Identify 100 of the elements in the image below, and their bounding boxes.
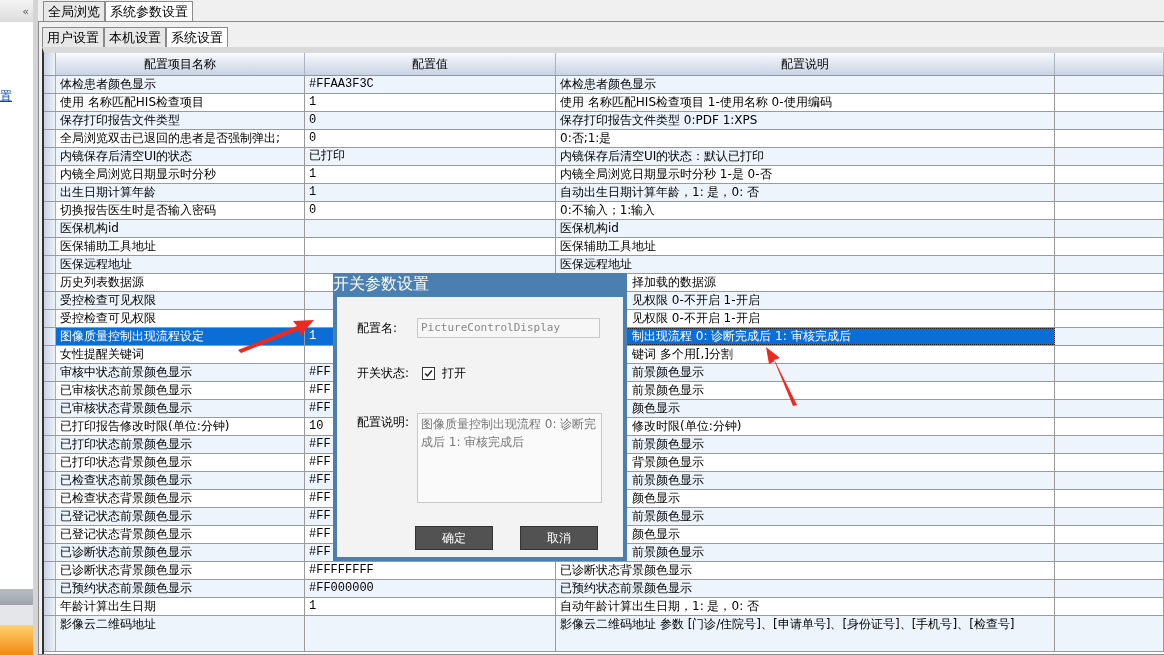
dialog-title: 开关参数设置: [333, 273, 430, 295]
row-header-cell[interactable]: [44, 382, 56, 399]
sub-tab[interactable]: 用户设置: [42, 27, 104, 47]
table-cell: 内镜全局浏览日期显示时分秒: [56, 166, 305, 183]
table-cell: 影像云二维码地址: [56, 616, 305, 651]
table-cell: 已登记状态前景颜色显示: [56, 508, 305, 525]
table-cell: 0: [305, 130, 556, 147]
table-cell: 已检查状态背景颜色显示: [56, 490, 305, 507]
row-header-cell[interactable]: [44, 580, 56, 597]
row-header-cell[interactable]: [44, 400, 56, 417]
row-header-cell[interactable]: [44, 256, 56, 273]
table-cell: 1: [305, 184, 556, 201]
table-cell: 影像云二维码地址 参数 [门诊/住院号]、[申请单号]、[身份证号]、[手机号]、[检查号]: [556, 616, 1055, 651]
table-cell: 图像质量控制出现流程设定: [56, 328, 305, 345]
table-cell: 内镜全局浏览日期显示时分秒 1-是 0-否: [556, 166, 1055, 183]
row-header-cell[interactable]: [44, 436, 56, 453]
table-cell: 已登记状态背景颜色显示: [56, 526, 305, 543]
table-cell: 出生日期计算年龄: [56, 184, 305, 201]
table-cell: 医保辅助工具地址: [556, 238, 1055, 255]
table-cell: 审核中状态前景颜色显示: [56, 364, 305, 381]
row-header-cell[interactable]: [44, 454, 56, 471]
table-cell: 体检患者颜色显示: [556, 76, 1055, 93]
row-header-cell[interactable]: [44, 184, 56, 201]
table-cell: 年龄计算出生日期: [56, 598, 305, 615]
row-header-cell[interactable]: [44, 310, 56, 327]
row-header-cell[interactable]: [44, 238, 56, 255]
table-cell: 已打印状态前景颜色显示: [56, 436, 305, 453]
table-cell: 已诊断状态背景颜色显示: [56, 562, 305, 579]
table-cell: 保存打印报告文件类型: [56, 112, 305, 129]
row-header-cell[interactable]: [44, 166, 56, 183]
row-header-cell[interactable]: [44, 490, 56, 507]
sidebar-footer-band: [0, 605, 33, 625]
table-cell: 内镜保存后清空UI的状态: [56, 148, 305, 165]
table-cell: 历史列表数据源: [56, 274, 305, 291]
row-header-cell[interactable]: [44, 562, 56, 579]
table-cell: 0: [305, 112, 556, 129]
tab[interactable]: 全局浏览: [43, 1, 105, 21]
tab[interactable]: 系统参数设置: [105, 1, 193, 21]
sidebar-panel-bar: [0, 589, 33, 605]
switch-checkbox[interactable]: [422, 367, 435, 380]
row-header-cell[interactable]: [44, 148, 56, 165]
table-cell: #FFFFFFFF: [305, 562, 556, 579]
table-cell: 保存打印报告文件类型 0:PDF 1:XPS: [556, 112, 1055, 129]
table-cell: #FFAA3F3C: [305, 76, 556, 93]
table-cell: 医保机构id: [556, 220, 1055, 237]
table-cell: 1: [305, 598, 556, 615]
table-cell: 全局浏览双击已退回的患者是否强制弹出;: [56, 130, 305, 147]
table-cell: 已打印报告修改时限(单位:分钟): [56, 418, 305, 435]
table-cell: 受控检查可见权限: [56, 292, 305, 309]
table-cell: 使用 名称匹配HIS检查项目: [56, 94, 305, 111]
checkbox-label: 打开: [442, 365, 466, 382]
sidebar-active-item[interactable]: [0, 625, 33, 655]
field-label: 开关状态:: [357, 365, 410, 382]
table-cell: #FF000000: [305, 580, 556, 597]
table-cell: 已检查状态前景颜色显示: [56, 472, 305, 489]
table-cell: 已审核状态前景颜色显示: [56, 382, 305, 399]
table-cell: 已预约状态前景颜色显示: [56, 580, 305, 597]
table-cell: 已打印: [305, 148, 556, 165]
row-header-cell[interactable]: [44, 526, 56, 543]
table-cell: 已诊断状态前景颜色显示: [56, 544, 305, 561]
confirm-button[interactable]: 确定: [415, 526, 493, 550]
table-cell: 已审核状态背景颜色显示: [56, 400, 305, 417]
row-header-cell[interactable]: [44, 130, 56, 147]
row-header-cell[interactable]: [44, 364, 56, 381]
row-header-cell[interactable]: [44, 472, 56, 489]
table-cell: 0:不输入；1:输入: [556, 202, 1055, 219]
row-header-cell[interactable]: [44, 508, 56, 525]
table-cell: 切换报告医生时是否输入密码: [56, 202, 305, 219]
column-header[interactable]: 配置说明: [556, 53, 1055, 75]
cancel-button[interactable]: 取消: [520, 526, 598, 550]
row-header-cell[interactable]: [44, 112, 56, 129]
column-header[interactable]: 配置项目名称: [56, 53, 305, 75]
row-header-cell[interactable]: [44, 616, 56, 651]
table-cell: 医保远程地址: [56, 256, 305, 273]
sidebar-link[interactable]: 置: [0, 88, 12, 105]
table-cell: 医保辅助工具地址: [56, 238, 305, 255]
row-header-cell[interactable]: [44, 76, 56, 93]
table-cell: 0: [305, 202, 556, 219]
row-header-cell[interactable]: [44, 418, 56, 435]
row-header-cell[interactable]: [44, 328, 56, 345]
row-header-cell[interactable]: [44, 94, 56, 111]
row-header-cell[interactable]: [44, 202, 56, 219]
collapse-button[interactable]: «: [22, 4, 29, 18]
column-header[interactable]: 配置值: [305, 53, 556, 75]
row-header-cell[interactable]: [44, 346, 56, 363]
table-cell: 医保机构id: [56, 220, 305, 237]
sub-tab[interactable]: 系统设置: [166, 27, 228, 47]
row-header-cell[interactable]: [44, 220, 56, 237]
row-header-cell[interactable]: [44, 598, 56, 615]
table-cell: 0:否;1:是: [556, 130, 1055, 147]
table-cell: 体检患者颜色显示: [56, 76, 305, 93]
config-description-field[interactable]: 图像质量控制出现流程 0: 诊断完成后 1: 审核完成后: [417, 413, 602, 503]
table-cell: 内镜保存后清空UI的状态：默认已打印: [556, 148, 1055, 165]
table-cell: 已预约状态前景颜色显示: [556, 580, 1055, 597]
row-header-cell[interactable]: [44, 274, 56, 291]
sub-tab[interactable]: 本机设置: [104, 27, 166, 47]
table-cell: 已打印状态背景颜色显示: [56, 454, 305, 471]
row-header-cell[interactable]: [44, 544, 56, 561]
table-cell: 自动出生日期计算年龄，1: 是，0: 否: [556, 184, 1055, 201]
row-header-cell[interactable]: [44, 292, 56, 309]
